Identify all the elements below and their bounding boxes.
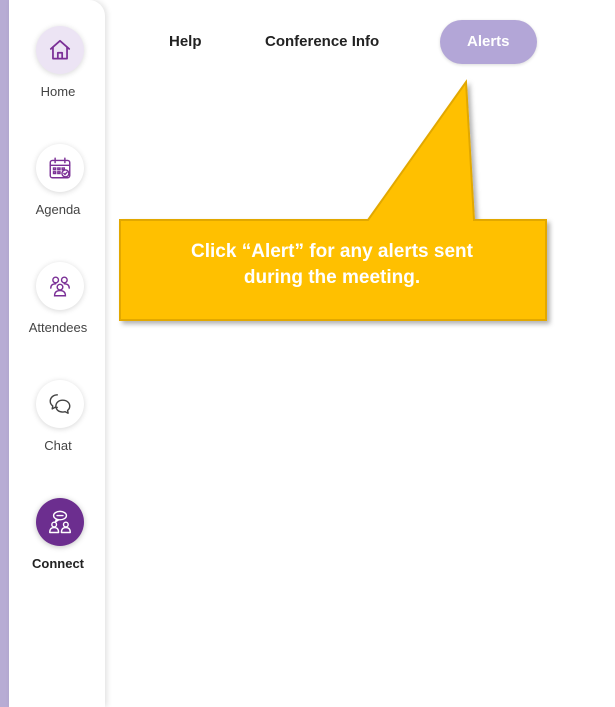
- home-icon: [36, 26, 84, 74]
- people-icon: [36, 262, 84, 310]
- chat-bubbles-icon: [36, 380, 84, 428]
- callout-text-line-1: Click “Alert” for any alerts sent: [191, 241, 473, 262]
- sidebar-item-label: Chat: [44, 438, 72, 453]
- left-edge-strip: [0, 0, 9, 707]
- callout-text: Click “Alert” for any alerts sent during…: [122, 239, 542, 291]
- tab-help[interactable]: Help: [169, 20, 202, 64]
- sidebar-item-label: Attendees: [28, 320, 88, 335]
- sidebar-item-chat[interactable]: Chat: [9, 380, 107, 480]
- connect-icon: [36, 498, 84, 546]
- sidebar-item-attendees[interactable]: Attendees: [9, 262, 107, 362]
- callout-text-line-2: during the meeting.: [243, 267, 421, 288]
- sidebar-item-label: Connect: [32, 556, 84, 571]
- tab-alerts[interactable]: Alerts: [440, 20, 537, 64]
- calendar-icon: [36, 144, 84, 192]
- tab-conference-info[interactable]: Conference Info: [265, 20, 379, 64]
- sidebar-item-label: Home: [40, 84, 76, 99]
- sidebar: Home Agenda Attendees Chat Connect: [9, 0, 105, 707]
- sidebar-item-connect[interactable]: Connect: [9, 498, 107, 598]
- sidebar-item-agenda[interactable]: Agenda: [9, 144, 107, 244]
- sidebar-item-home[interactable]: Home: [9, 26, 107, 126]
- sidebar-item-label: Agenda: [35, 202, 81, 217]
